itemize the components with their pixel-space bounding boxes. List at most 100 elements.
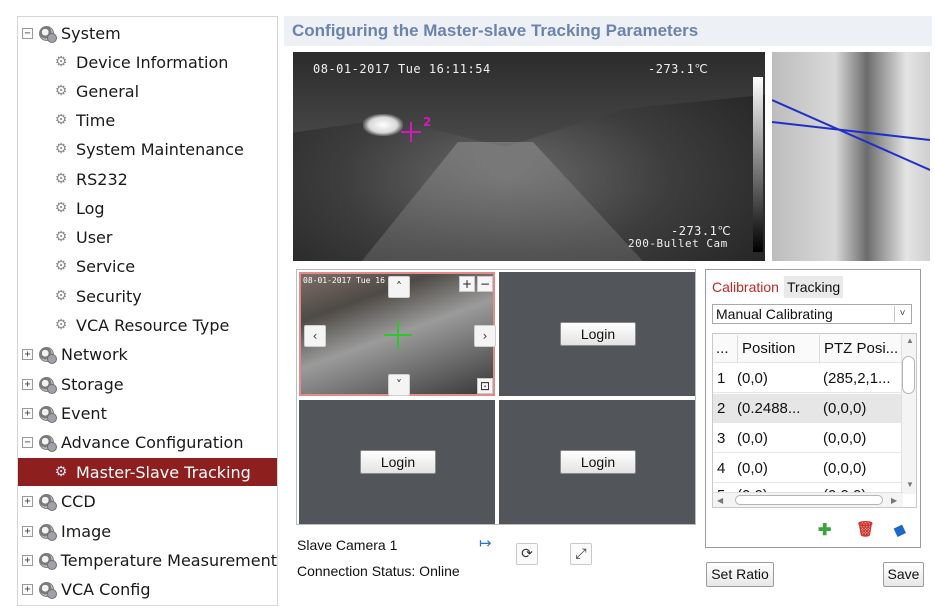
collapse-icon[interactable]: − bbox=[22, 436, 33, 448]
tree-item-master-slave-tracking[interactable]: ⚙ Master-Slave Tracking bbox=[18, 458, 277, 486]
logout-icon[interactable]: ↦ bbox=[479, 534, 492, 552]
zoom-out-button[interactable]: − bbox=[477, 276, 493, 292]
scroll-down-icon[interactable]: ▼ bbox=[906, 480, 914, 489]
add-icon[interactable]: ✚ bbox=[818, 520, 831, 540]
tree-node-system[interactable]: − System bbox=[18, 19, 277, 47]
row-ptz-position: (0,0,0) bbox=[823, 400, 867, 417]
tree-item-vca-resource-type[interactable]: ⚙ VCA Resource Type bbox=[18, 311, 277, 339]
fit-view-icon[interactable]: ⊡ bbox=[477, 378, 493, 394]
calibration-mode-select[interactable]: Manual Calibrating ˅ bbox=[712, 304, 912, 324]
login-button[interactable]: Login bbox=[560, 450, 636, 474]
tree-node-ccd[interactable]: + CCD bbox=[18, 487, 277, 515]
clear-icon[interactable]: ◆ bbox=[891, 518, 909, 541]
expand-icon[interactable]: + bbox=[22, 495, 33, 507]
ptz-left-button[interactable]: ‹ bbox=[304, 325, 326, 347]
login-button[interactable]: Login bbox=[360, 450, 436, 474]
tree-item-label: General bbox=[76, 81, 140, 101]
osd-camera-name: 200-Bullet Cam bbox=[628, 237, 728, 250]
tab-calibration[interactable]: Calibration bbox=[709, 276, 782, 298]
slave-view-1[interactable]: 08-01-2017 Tue 16 ˄ ˅ ‹ › + − ⊡ bbox=[299, 272, 496, 396]
login-button[interactable]: Login bbox=[560, 322, 636, 346]
ptz-down-button[interactable]: ˅ bbox=[388, 374, 410, 396]
horizontal-scroll-thumb[interactable] bbox=[735, 495, 883, 505]
vertical-scroll-thumb[interactable] bbox=[902, 356, 915, 394]
category-icon bbox=[39, 405, 57, 423]
ptz-up-button[interactable]: ˄ bbox=[388, 276, 410, 298]
delete-icon[interactable]: 🗑 bbox=[856, 520, 875, 538]
tree-node-label: Temperature Measurement bbox=[60, 550, 277, 570]
tree-item-rs232[interactable]: ⚙ RS232 bbox=[18, 165, 277, 193]
scroll-right-icon[interactable]: ▶ bbox=[891, 496, 897, 505]
tree-item-label: Log bbox=[76, 198, 105, 218]
tracking-lines bbox=[772, 99, 930, 171]
tree-item-user[interactable]: ⚙ User bbox=[18, 223, 277, 251]
calibration-mode-value: Manual Calibrating bbox=[716, 306, 833, 322]
row-index: 3 bbox=[717, 430, 726, 447]
gear-icon: ⚙ bbox=[54, 317, 68, 333]
gear-icon: ⚙ bbox=[54, 171, 68, 187]
tree-item-log[interactable]: ⚙ Log bbox=[18, 194, 277, 222]
tree-item-label: Service bbox=[76, 256, 136, 276]
tree-item-label: Security bbox=[76, 286, 142, 306]
expand-icon[interactable]: + bbox=[22, 348, 33, 360]
category-icon bbox=[39, 581, 57, 599]
vertical-scrollbar[interactable]: ▲ ▼ bbox=[901, 334, 916, 494]
fullscreen-icon[interactable]: ⤢ bbox=[570, 543, 592, 565]
refresh-icon[interactable]: ⟳ bbox=[516, 543, 538, 565]
tree-node-event[interactable]: + Event bbox=[18, 399, 277, 427]
tree-node-advance-configuration[interactable]: − Advance Configuration bbox=[18, 428, 277, 456]
slave-view-3[interactable]: Login bbox=[299, 400, 495, 524]
tree-item-device-information[interactable]: ⚙ Device Information bbox=[18, 48, 277, 76]
tree-node-label: Advance Configuration bbox=[61, 432, 244, 452]
calibration-marker-icon[interactable] bbox=[401, 122, 421, 142]
tree-item-system-maintenance[interactable]: ⚙ System Maintenance bbox=[18, 135, 277, 163]
set-ratio-button[interactable]: Set Ratio bbox=[706, 562, 774, 587]
expand-icon[interactable]: + bbox=[22, 554, 33, 566]
category-icon bbox=[39, 493, 57, 511]
gear-icon: ⚙ bbox=[54, 200, 68, 216]
tree-item-label: System Maintenance bbox=[76, 139, 244, 159]
tree-node-vca-config[interactable]: + VCA Config bbox=[18, 575, 277, 603]
column-header-position[interactable]: Position bbox=[737, 335, 817, 363]
slave-view-2[interactable]: Login bbox=[499, 272, 695, 396]
tree-item-security[interactable]: ⚙ Security bbox=[18, 282, 277, 310]
gear-icon: ⚙ bbox=[54, 288, 68, 304]
expand-icon[interactable]: + bbox=[22, 378, 33, 390]
tree-item-service[interactable]: ⚙ Service bbox=[18, 252, 277, 280]
ptz-right-button[interactable]: › bbox=[474, 325, 496, 347]
row-index: 4 bbox=[717, 460, 726, 477]
horizontal-scrollbar[interactable]: ◀ ▶ bbox=[713, 492, 903, 507]
collapse-icon[interactable]: − bbox=[22, 27, 33, 39]
expand-icon[interactable]: + bbox=[22, 525, 33, 537]
gear-icon: ⚙ bbox=[54, 258, 68, 274]
column-header-index[interactable]: ... bbox=[716, 335, 738, 363]
category-icon bbox=[39, 25, 57, 43]
scroll-up-icon[interactable]: ▲ bbox=[906, 336, 914, 345]
chevron-down-icon[interactable]: ˅ bbox=[894, 306, 910, 322]
tree-node-label: Storage bbox=[61, 374, 124, 394]
expand-icon[interactable]: + bbox=[22, 583, 33, 595]
column-header-ptz-position[interactable]: PTZ Posi... bbox=[819, 335, 901, 363]
tree-node-temperature-measurement[interactable]: + Temperature Measurement bbox=[18, 546, 277, 574]
tab-tracking[interactable]: Tracking bbox=[784, 276, 844, 298]
osd-datetime: 08-01-2017 Tue 16:11:54 bbox=[313, 62, 491, 76]
zoom-in-button[interactable]: + bbox=[459, 276, 475, 292]
tree-node-storage[interactable]: + Storage bbox=[18, 370, 277, 398]
expand-icon[interactable]: + bbox=[22, 407, 33, 419]
category-icon bbox=[39, 346, 57, 364]
slave-view-4[interactable]: Login bbox=[499, 400, 695, 524]
tree-node-label: VCA Config bbox=[61, 579, 151, 599]
tree-item-label: Time bbox=[76, 110, 116, 130]
tree-item-time[interactable]: ⚙ Time bbox=[18, 106, 277, 134]
row-index: 1 bbox=[717, 370, 726, 387]
tree-item-general[interactable]: ⚙ General bbox=[18, 77, 277, 105]
gear-icon: ⚙ bbox=[54, 54, 68, 70]
category-icon bbox=[38, 552, 57, 570]
tree-node-image[interactable]: + Image bbox=[18, 517, 277, 545]
tree-node-network[interactable]: + Network bbox=[18, 340, 277, 368]
save-button[interactable]: Save bbox=[883, 562, 924, 587]
tree-node-label: Network bbox=[61, 344, 128, 364]
master-live-view[interactable]: 08-01-2017 Tue 16:11:54 -273.1℃ -273.1℃ … bbox=[293, 52, 765, 261]
row-ptz-position: (285,2,1... bbox=[823, 370, 891, 387]
scroll-left-icon[interactable]: ◀ bbox=[717, 496, 723, 505]
